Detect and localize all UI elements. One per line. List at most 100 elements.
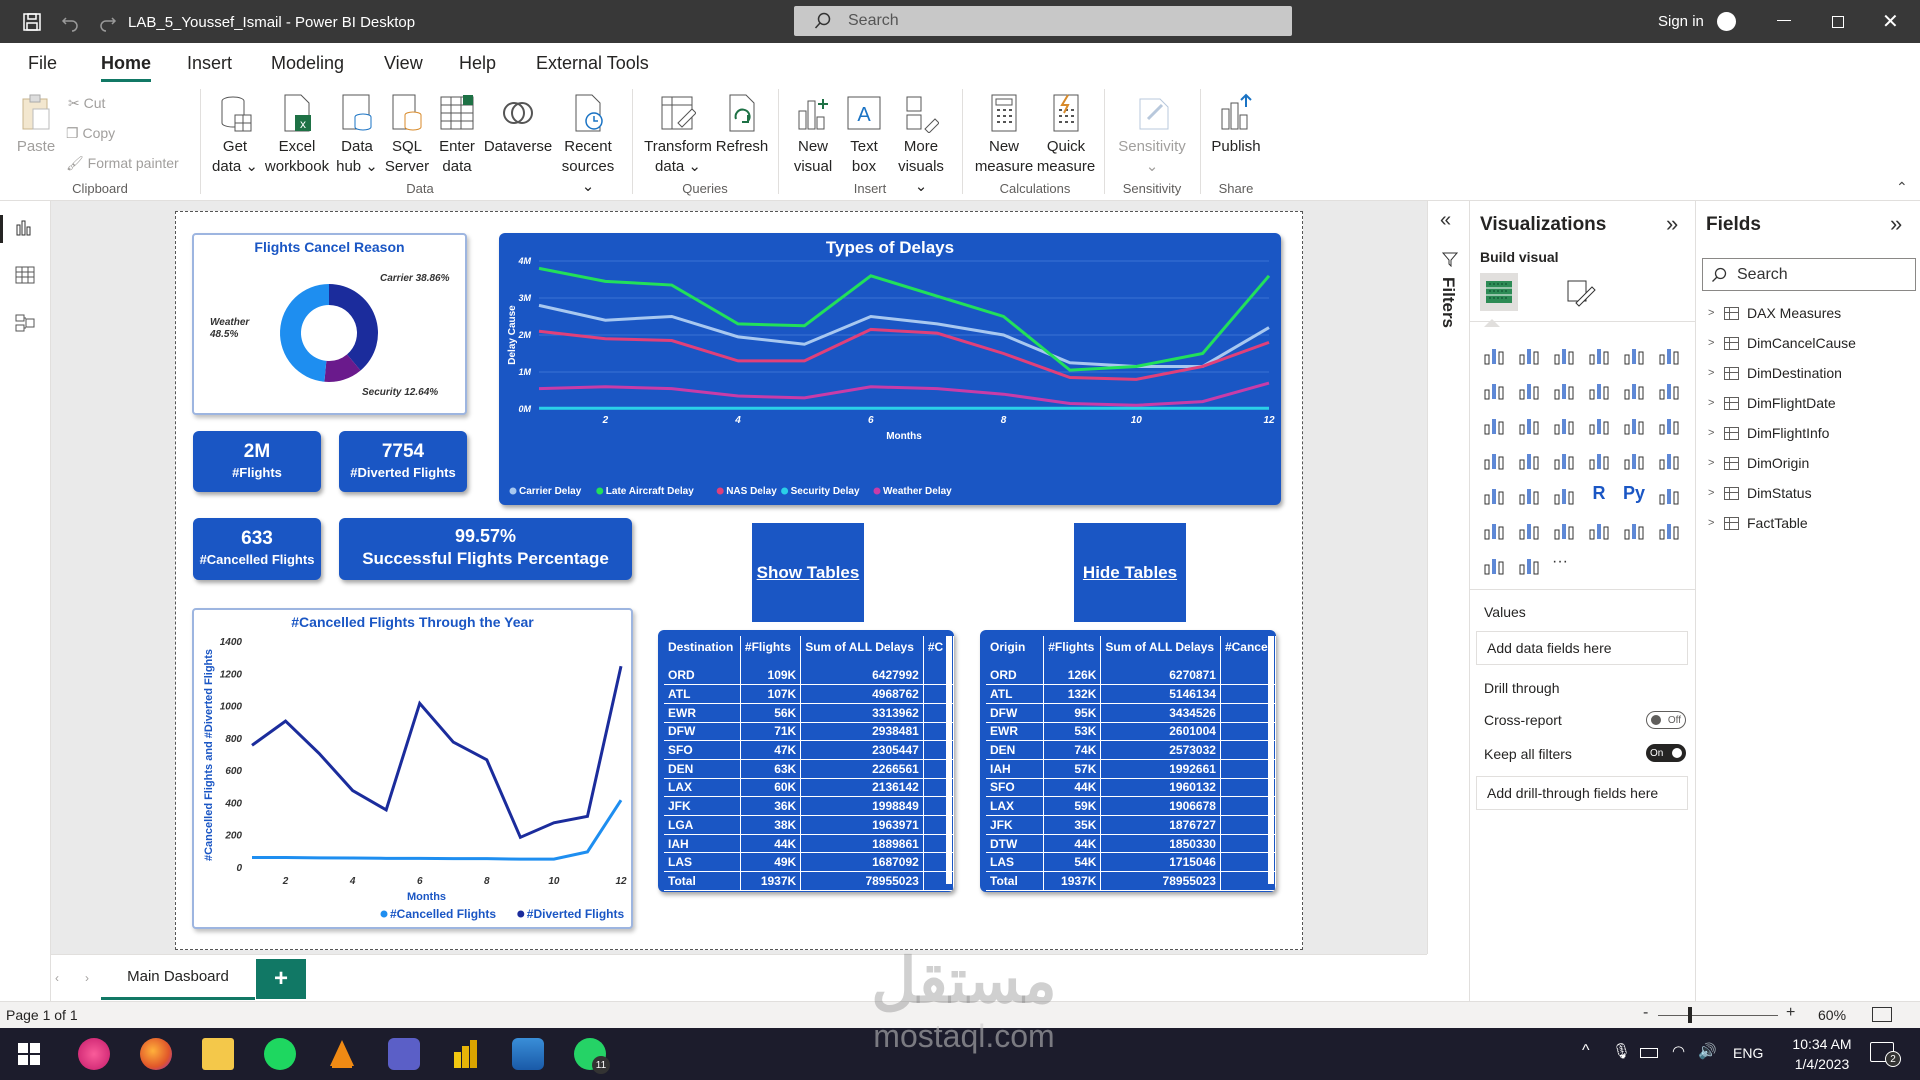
zoom-slider-thumb[interactable]: [1688, 1007, 1692, 1023]
table-row[interactable]: SFO 44K 1960132: [986, 778, 1276, 798]
stacked-bar-icon[interactable]: [1482, 343, 1506, 367]
origin-table[interactable]: Origin #Flights Sum of ALL Delays #Cancel OR…: [980, 630, 1276, 892]
build-visual-tab[interactable]: [1480, 273, 1518, 311]
line-column-icon[interactable]: [1587, 378, 1611, 402]
table-row[interactable]: SFO 47K 2305447: [664, 740, 954, 760]
python-visual-icon[interactable]: Py: [1622, 483, 1646, 507]
line-clustered-icon[interactable]: [1622, 378, 1646, 402]
cancel-reason-donut-chart[interactable]: Flights Cancel Reason Carrier 38.86% Sec…: [192, 233, 467, 415]
funnel-icon[interactable]: [1517, 413, 1541, 437]
table-column-header[interactable]: Destination: [664, 636, 741, 666]
origin-table-scrollbar[interactable]: [1268, 636, 1274, 884]
tab-file[interactable]: File: [28, 53, 57, 74]
power-bi-icon[interactable]: [450, 1038, 482, 1070]
100-column-icon[interactable]: [1657, 343, 1681, 367]
destination-table-scrollbar[interactable]: [946, 636, 952, 884]
format-painter-button[interactable]: 🖌 Format painter: [66, 153, 179, 173]
clustered-bar-icon[interactable]: [1552, 343, 1576, 367]
field-table-item[interactable]: > DAX Measures: [1708, 305, 1841, 321]
drill-through-drop-field[interactable]: Add drill-through fields here: [1476, 776, 1688, 810]
smart-narrative-icon[interactable]: [1552, 518, 1576, 542]
table-total-row[interactable]: Total 1937K 78955023: [986, 871, 1276, 891]
model-view-icon[interactable]: [15, 313, 35, 333]
close-icon[interactable]: ✕: [1882, 9, 1899, 34]
table-row[interactable]: LGA 38K 1963971: [664, 815, 954, 835]
next-page-icon[interactable]: ›: [85, 971, 89, 985]
teams-icon[interactable]: [388, 1038, 420, 1070]
power-automate-icon[interactable]: [1482, 553, 1506, 577]
r-visual-icon[interactable]: R: [1587, 483, 1611, 507]
table-column-header[interactable]: Sum of ALL Delays: [1100, 636, 1221, 666]
battery-icon[interactable]: [1640, 1048, 1658, 1058]
transform-data-button[interactable]: Transform data ⌄: [642, 93, 714, 177]
field-table-item[interactable]: > DimOrigin: [1708, 455, 1809, 471]
matrix-icon[interactable]: [1552, 483, 1576, 507]
ribbon-icon[interactable]: [1657, 378, 1681, 402]
notification-icon[interactable]: 2: [1870, 1042, 1901, 1067]
page-tab-main-dashboard[interactable]: Main Dasboard: [101, 955, 255, 1000]
tray-chevron-icon[interactable]: ^: [1582, 1042, 1590, 1060]
table-row[interactable]: DEN 63K 2266561: [664, 759, 954, 779]
vlc-icon[interactable]: [326, 1038, 358, 1070]
table-row[interactable]: LAX 60K 2136142: [664, 778, 954, 798]
table-column-header[interactable]: #Flights: [740, 636, 802, 666]
table-row[interactable]: DTW 44K 1850330: [986, 834, 1276, 854]
whatsapp-icon[interactable]: 11: [574, 1038, 610, 1074]
table-row[interactable]: JFK 35K 1876727: [986, 815, 1276, 835]
table-total-row[interactable]: Total 1937K 78955023: [664, 871, 954, 891]
filters-pane-collapsed[interactable]: « Filters: [1427, 201, 1469, 954]
collapse-ribbon-icon[interactable]: ⌃: [1896, 179, 1908, 196]
sql-server-button[interactable]: SQL Server: [382, 93, 432, 177]
table-row[interactable]: DFW 95K 3434526: [986, 703, 1276, 723]
table-row[interactable]: ATL 132K 5146134: [986, 684, 1276, 704]
slicer-icon[interactable]: [1482, 483, 1506, 507]
scatter-icon[interactable]: [1552, 413, 1576, 437]
table-column-header[interactable]: #Flights: [1043, 636, 1102, 666]
values-drop-field[interactable]: Add data fields here: [1476, 631, 1688, 665]
field-table-item[interactable]: > DimFlightDate: [1708, 395, 1836, 411]
more-icon[interactable]: ···: [1552, 553, 1576, 577]
photos-icon[interactable]: [512, 1038, 544, 1070]
table-row[interactable]: LAS 49K 1687092: [664, 852, 954, 873]
donut-icon[interactable]: [1622, 413, 1646, 437]
clock-time[interactable]: 10:34 AM: [1780, 1036, 1864, 1052]
table-column-header[interactable]: Sum of ALL Delays: [800, 636, 924, 666]
cross-report-toggle[interactable]: Off: [1646, 711, 1686, 729]
multi-card-icon[interactable]: [1622, 448, 1646, 472]
text-box-button[interactable]: A Text box: [840, 93, 888, 177]
enter-data-button[interactable]: Enter data: [432, 93, 482, 177]
clustered-column-icon[interactable]: [1587, 343, 1611, 367]
firefox-icon[interactable]: [140, 1038, 172, 1070]
fields-search-input[interactable]: Search: [1702, 258, 1916, 291]
table-column-header[interactable]: Origin: [986, 636, 1045, 666]
keep-filters-toggle[interactable]: On: [1646, 744, 1686, 762]
sign-in-link[interactable]: Sign in: [1658, 13, 1704, 30]
avatar[interactable]: [1717, 12, 1736, 31]
sensitivity-button[interactable]: Sensitivity ⌄: [1112, 93, 1192, 177]
gauge-icon[interactable]: [1552, 448, 1576, 472]
expand-filters-icon[interactable]: «: [1440, 209, 1451, 232]
qa-icon[interactable]: [1517, 518, 1541, 542]
table-row[interactable]: LAX 59K 1906678: [986, 796, 1276, 816]
field-table-item[interactable]: > DimStatus: [1708, 485, 1812, 501]
publish-button[interactable]: Publish: [1208, 93, 1264, 157]
save-icon[interactable]: [18, 8, 46, 36]
table-row[interactable]: EWR 56K 3313962: [664, 703, 954, 723]
tab-insert[interactable]: Insert: [187, 53, 232, 74]
get-data-button[interactable]: Get data ⌄: [208, 93, 262, 177]
undo-icon[interactable]: [56, 8, 84, 36]
table-row[interactable]: DFW 71K 2938481: [664, 722, 954, 742]
tab-home[interactable]: Home: [101, 53, 151, 74]
cut-button[interactable]: ✂ Cut: [68, 93, 105, 113]
field-table-item[interactable]: > DimCancelCause: [1708, 335, 1856, 351]
table-row[interactable]: LAS 54K 1715046: [986, 852, 1276, 873]
report-view-icon[interactable]: [15, 217, 35, 237]
key-influencers-icon[interactable]: [1657, 483, 1681, 507]
field-table-item[interactable]: > DimDestination: [1708, 365, 1842, 381]
goals-icon[interactable]: [1517, 553, 1541, 577]
collapse-viz-icon[interactable]: »: [1666, 211, 1678, 237]
search-box[interactable]: Search: [794, 6, 1292, 36]
power-apps-icon[interactable]: [1657, 518, 1681, 542]
zoom-out-icon[interactable]: -: [1643, 1004, 1648, 1022]
tab-view[interactable]: View: [384, 53, 423, 74]
